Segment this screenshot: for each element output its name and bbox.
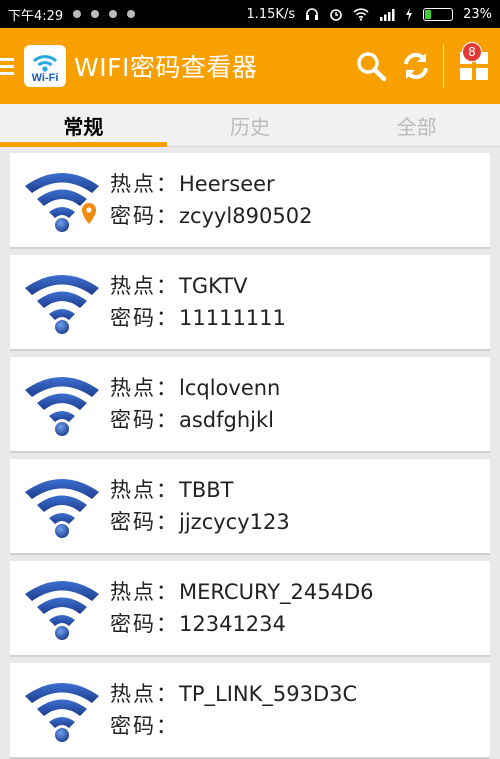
tab-all[interactable]: 全部 <box>333 104 500 146</box>
password-value: jjzcycy123 <box>179 510 290 534</box>
password-value: asdfghjkl <box>179 408 275 432</box>
list-item[interactable]: 热点：lcqlovenn 密码：asdfghjkl <box>10 357 490 453</box>
ssid-label: 热点： <box>110 376 179 400</box>
list-item[interactable]: 热点：TBBT 密码：jjzcycy123 <box>10 459 490 555</box>
wifi-icon <box>25 173 99 232</box>
wifi-icon <box>25 377 99 436</box>
network-list: 热点：Heerseer 密码：zcyyl890502 热点：TGKTV 密码：1… <box>0 147 500 759</box>
password-value: 11111111 <box>179 306 286 330</box>
password-label: 密码： <box>110 714 179 738</box>
search-icon <box>357 52 387 82</box>
password-row: 密码：jjzcycy123 <box>110 506 290 538</box>
ssid-value: lcqlovenn <box>179 376 281 400</box>
wifi-logo-icon <box>32 55 58 72</box>
clock: 下午4:29 <box>8 8 64 24</box>
wifi-icon <box>25 581 99 640</box>
ssid-label: 热点： <box>110 682 179 706</box>
ssid-label: 热点： <box>110 478 179 502</box>
ssid-label: 热点： <box>110 274 179 298</box>
battery-percent: 23% <box>463 6 492 22</box>
password-value: 12341234 <box>179 612 286 636</box>
search-button[interactable] <box>349 28 393 104</box>
logo-text: Wi-Fi <box>31 72 59 84</box>
password-row: 密码：asdfghjkl <box>110 404 280 436</box>
notification-icon <box>73 10 82 18</box>
battery-icon <box>423 7 454 21</box>
wifi-icon <box>25 683 99 742</box>
tab-general[interactable]: 常规 <box>0 104 167 147</box>
ssid-row: 热点：lcqlovenn <box>110 372 280 404</box>
app-logo: Wi-Fi <box>24 45 66 87</box>
refresh-icon <box>404 52 428 80</box>
list-item[interactable]: 热点：MERCURY_2454D6 密码：12341234 <box>10 561 490 657</box>
location-pin-icon <box>82 203 96 224</box>
tab-history[interactable]: 历史 <box>167 104 334 146</box>
password-label: 密码： <box>110 306 179 330</box>
ssid-value: TBBT <box>179 478 234 502</box>
password-label: 密码： <box>110 408 179 432</box>
ssid-label: 热点： <box>110 580 179 604</box>
password-label: 密码： <box>110 204 179 228</box>
ssid-value: TGKTV <box>179 274 248 298</box>
apps-button[interactable]: 8 <box>448 28 500 104</box>
password-row: 密码：zcyyl890502 <box>110 200 312 232</box>
password-label: 密码： <box>110 510 179 534</box>
toolbar-divider <box>443 44 444 88</box>
notification-icon <box>91 10 100 18</box>
ssid-row: 热点：Heerseer <box>110 168 312 200</box>
wifi-icon <box>25 479 99 538</box>
headset-icon <box>306 8 319 20</box>
network-speed: 1.15K/s <box>246 6 296 22</box>
ssid-row: 热点：MERCURY_2454D6 <box>110 576 374 608</box>
ssid-row: 热点：TP_LINK_593D3C <box>110 678 357 710</box>
menu-icon[interactable] <box>0 57 14 75</box>
cell-signal-icon <box>380 8 395 21</box>
password-value: zcyyl890502 <box>179 204 313 228</box>
password-row: 密码： <box>110 710 357 742</box>
list-item[interactable]: 热点：TP_LINK_593D3C 密码： <box>10 663 490 759</box>
ssid-value: MERCURY_2454D6 <box>179 580 374 604</box>
notification-icon <box>127 10 136 18</box>
refresh-button[interactable] <box>393 28 439 104</box>
status-bar: 下午4:29 1.15K/s 23% <box>0 0 500 28</box>
ssid-label: 热点： <box>110 172 179 196</box>
ssid-row: 热点：TGKTV <box>110 270 286 302</box>
notification-icon <box>109 10 118 18</box>
list-item[interactable]: 热点：Heerseer 密码：zcyyl890502 <box>10 153 490 249</box>
password-row: 密码：11111111 <box>110 302 286 334</box>
app-bar: Wi-Fi WIFI密码查看器 8 <box>0 28 500 104</box>
alarm-icon <box>330 9 342 21</box>
password-label: 密码： <box>110 612 179 636</box>
wifi-icon <box>25 275 99 334</box>
ssid-value: TP_LINK_593D3C <box>179 682 358 706</box>
password-row: 密码：12341234 <box>110 608 374 640</box>
list-item[interactable]: 热点：TGKTV 密码：11111111 <box>10 255 490 351</box>
tab-bar: 常规 历史 全部 <box>0 104 500 147</box>
wifi-signal-icon <box>353 7 369 21</box>
notification-badge: 8 <box>462 42 482 62</box>
ssid-row: 热点：TBBT <box>110 474 290 506</box>
app-title: WIFI密码查看器 <box>74 53 258 82</box>
charging-icon <box>406 7 413 21</box>
ssid-value: Heerseer <box>179 172 275 196</box>
